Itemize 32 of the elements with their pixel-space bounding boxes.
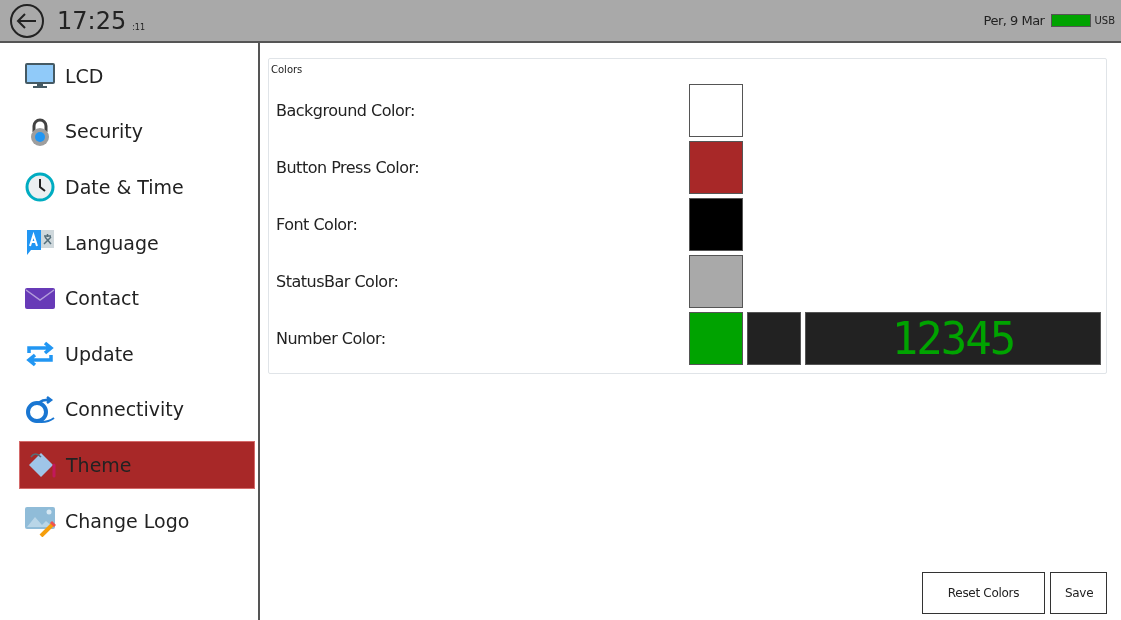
color-swatch[interactable] (747, 312, 801, 365)
back-icon[interactable] (9, 2, 45, 39)
sidebar-item[interactable]: Date & Time (19, 163, 255, 212)
reset-button[interactable]: Reset Colors (922, 572, 1045, 614)
color-label: Background Color: (275, 99, 416, 122)
color-label: Number Color: (275, 327, 387, 350)
sidebar-item[interactable]: Contact (19, 274, 255, 323)
sidebar-item[interactable]: Change Logo (19, 496, 255, 545)
connectivity-icon (24, 393, 56, 426)
color-swatch[interactable] (689, 84, 743, 137)
number-preview: 12345 (805, 312, 1101, 365)
clock-time: 17:25 (57, 8, 127, 33)
date-text: Per, 9 Mar (983, 11, 1045, 30)
clock-icon (24, 171, 56, 204)
save-button[interactable]: Save (1050, 572, 1107, 614)
clock-seconds: :11 (132, 21, 146, 34)
color-swatch[interactable] (689, 255, 743, 308)
color-swatch[interactable] (689, 198, 743, 251)
sidebar-item[interactable]: Language (19, 218, 255, 267)
image-edit-icon (24, 504, 56, 537)
color-label: Button Press Color: (275, 156, 421, 179)
color-label: Font Color: (275, 213, 359, 236)
sidebar-item[interactable]: Security (19, 107, 255, 156)
sidebar-item[interactable]: Update (19, 329, 255, 378)
battery-icon (1051, 14, 1092, 27)
color-label: StatusBar Color: (275, 270, 400, 293)
sidebar-item[interactable]: Connectivity (19, 385, 255, 434)
panel-title: Colors (271, 63, 304, 77)
power-source: USB (1094, 14, 1115, 28)
color-swatch[interactable] (689, 312, 743, 365)
color-swatch[interactable] (689, 141, 743, 194)
sidebar-item[interactable]: LCD (19, 52, 255, 100)
